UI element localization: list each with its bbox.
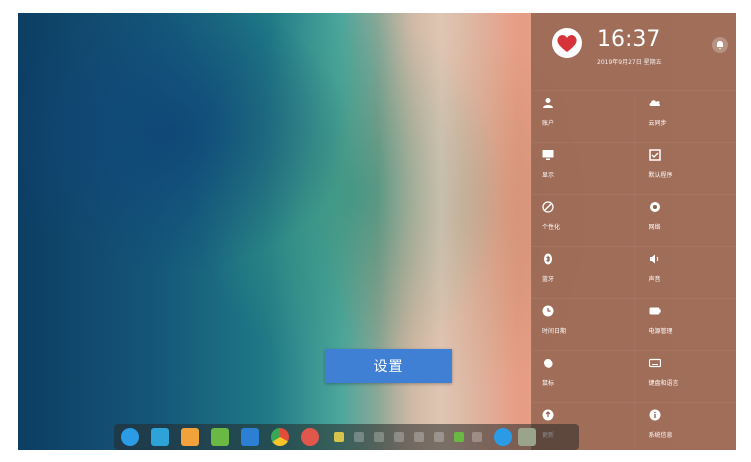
settings-item-cloud-sync[interactable]: 云同步 [633,91,737,142]
settings-item-datetime[interactable]: 时间日期 [531,299,634,350]
input-method-icon[interactable] [374,432,384,442]
app-store-icon[interactable] [181,428,199,446]
palette-icon [542,201,554,213]
settings-item-mouse[interactable]: 鼠标 [531,351,634,402]
settings-item-label: 云同步 [648,120,667,127]
terminal-icon[interactable] [211,428,229,446]
bluetooth-icon [544,253,552,265]
settings-item-sound[interactable]: 声音 [633,247,737,298]
clock-date: 2019年9月27日 星期五 [597,59,662,66]
settings-item-label: 键盘和语言 [648,380,679,387]
trash-icon[interactable] [518,428,536,446]
settings-item-personalization[interactable]: 个性化 [531,195,634,246]
monitor-icon [542,150,554,160]
settings-item-label: 网络 [648,224,661,231]
volume-icon[interactable] [414,432,424,442]
usb-icon[interactable] [394,432,404,442]
settings-item-label: 蓝牙 [542,276,555,283]
settings-item-keyboard[interactable]: 键盘和语言 [633,351,737,402]
control-center-panel: 16:37 2019年9月27日 星期五 账户 云同步 显示 默认程序 个性化 … [531,13,736,454]
settings-item-network[interactable]: 网络 [633,195,737,246]
settings-item-bluetooth[interactable]: 蓝牙 [531,247,634,298]
speaker-icon [649,254,658,264]
settings-item-label: 账户 [542,120,555,127]
mouse-icon [544,359,553,368]
update-icon [542,409,554,421]
dock [114,424,579,450]
settings-item-label: 默认程序 [648,172,673,179]
settings-item-label: 电源管理 [648,328,673,335]
settings-item-label: 显示 [542,172,555,179]
network-tray-icon[interactable] [454,432,464,442]
battery-icon [649,307,661,315]
power-icon[interactable] [494,428,512,446]
settings-item-label: 个性化 [542,224,561,231]
notification-icon[interactable] [712,37,728,53]
settings-icon[interactable] [301,428,319,446]
battery-tray-icon[interactable] [354,432,364,442]
info-icon [649,409,660,421]
media-player-icon[interactable] [241,428,259,446]
settings-item-label: 时间日期 [542,328,567,335]
file-manager-icon[interactable] [151,428,169,446]
wallpaper-sand [378,13,518,450]
wifi-icon[interactable] [434,432,444,442]
settings-banner: 设置 [325,349,452,383]
settings-item-system-info[interactable]: 系统信息 [633,403,737,454]
settings-item-power[interactable]: 电源管理 [633,299,737,350]
user-icon [543,98,553,108]
default-apps-icon [648,149,661,161]
launcher-icon[interactable] [121,428,139,446]
settings-item-display[interactable]: 显示 [531,143,634,194]
settings-item-account[interactable]: 账户 [531,91,634,142]
clock-icon [542,305,554,317]
settings-banner-label: 设置 [373,359,404,375]
network-icon [649,202,660,212]
settings-item-label: 鼠标 [542,380,555,387]
settings-item-label: 系统信息 [648,432,673,439]
settings-grid: 账户 云同步 显示 默认程序 个性化 网络 蓝牙 声音 时间日期 电源管理 鼠标… [531,90,736,454]
settings-item-default-apps[interactable]: 默认程序 [633,143,737,194]
arrow-icon[interactable] [472,432,482,442]
chrome-icon[interactable] [271,428,289,446]
user-avatar[interactable] [552,28,582,58]
cloud-icon [649,100,660,106]
keyboard-layout-icon[interactable] [334,432,344,442]
settings-item-label: 声音 [648,276,661,283]
clock-time: 16:37 [597,27,661,52]
keyboard-icon [648,358,661,368]
